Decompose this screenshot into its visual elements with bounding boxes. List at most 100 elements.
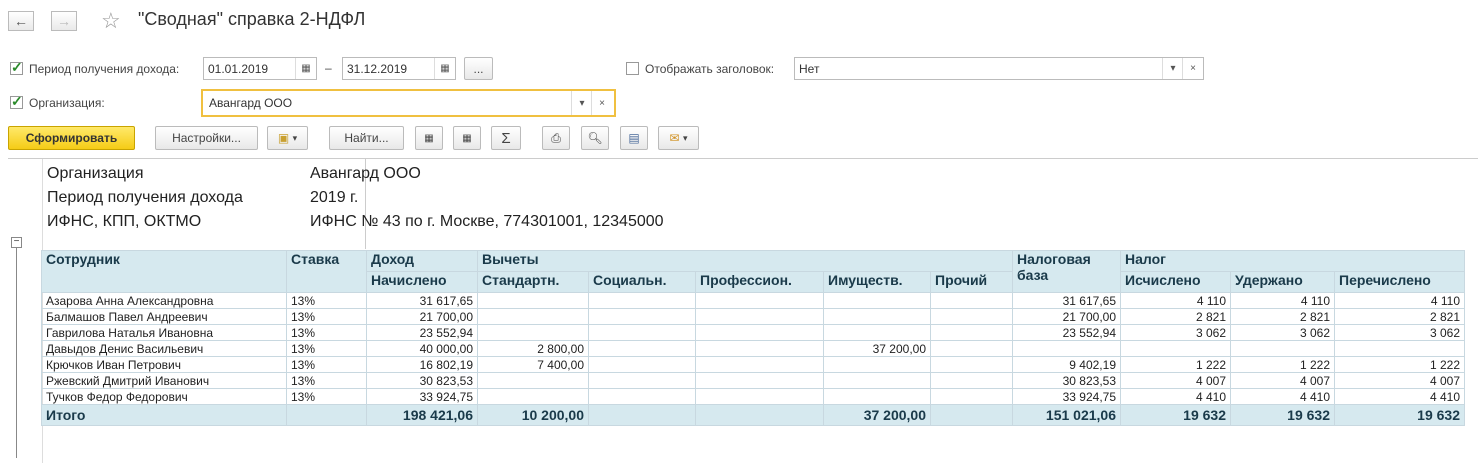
settings-button[interactable]: Настройки... [155, 126, 258, 150]
table-cell[interactable] [823, 324, 931, 341]
table-cell[interactable]: 13% [286, 388, 367, 405]
table-cell[interactable]: 13% [286, 292, 367, 309]
show-header-select[interactable]: Нет ▾ × [794, 57, 1204, 80]
table-cell[interactable]: 16 802,19 [366, 356, 478, 373]
table-cell[interactable] [823, 372, 931, 389]
table-cell[interactable] [930, 340, 1013, 357]
table-cell[interactable]: 23 552,94 [366, 324, 478, 341]
table-cell[interactable] [588, 292, 696, 309]
chevron-down-icon[interactable]: ▾ [571, 91, 592, 115]
save-button[interactable]: ▤ [620, 126, 648, 150]
period-checkbox[interactable] [10, 59, 23, 76]
table-cell[interactable] [1012, 340, 1121, 357]
table-cell[interactable] [1120, 340, 1231, 357]
date-to-field[interactable]: 31.12.2019 ▦ [342, 57, 456, 80]
table-cell[interactable] [588, 324, 696, 341]
table-cell[interactable] [695, 324, 824, 341]
table-cell[interactable]: 33 924,75 [366, 388, 478, 405]
table-cell[interactable]: 2 821 [1120, 308, 1231, 325]
table-cell[interactable]: 4 410 [1120, 388, 1231, 405]
date-from-field[interactable]: 01.01.2019 ▦ [203, 57, 317, 80]
chevron-down-icon[interactable]: ▾ [1162, 58, 1183, 79]
table-cell[interactable]: 1 222 [1230, 356, 1335, 373]
table-cell[interactable]: 1 222 [1334, 356, 1465, 373]
forward-button[interactable]: → [51, 11, 77, 31]
favorite-star-icon[interactable]: ☆ [101, 8, 121, 34]
table-cell[interactable] [695, 292, 824, 309]
table-cell[interactable] [1334, 340, 1465, 357]
table-cell[interactable] [695, 356, 824, 373]
generate-button[interactable]: Сформировать [8, 126, 135, 150]
table-cell[interactable]: Балмашов Павел Андреевич [41, 308, 287, 325]
table-cell[interactable] [695, 340, 824, 357]
preview-button[interactable]: 🔍︎ [581, 126, 609, 150]
table-cell[interactable]: 4 110 [1120, 292, 1231, 309]
variants-button[interactable]: ▣ ▾ [267, 126, 308, 150]
collapse-groups-button[interactable]: ▦ [453, 126, 481, 150]
table-cell[interactable]: 9 402,19 [1012, 356, 1121, 373]
table-cell[interactable] [588, 340, 696, 357]
table-cell[interactable]: 3 062 [1230, 324, 1335, 341]
table-cell[interactable]: Давыдов Денис Васильевич [41, 340, 287, 357]
period-select-button[interactable]: ... [464, 57, 493, 80]
calendar-icon[interactable]: ▦ [434, 58, 455, 79]
table-cell[interactable] [695, 308, 824, 325]
table-cell[interactable]: 30 823,53 [366, 372, 478, 389]
print-button[interactable]: ⎙ [542, 126, 570, 150]
calendar-icon[interactable]: ▦ [295, 58, 316, 79]
organization-checkbox[interactable] [10, 93, 23, 110]
table-cell[interactable] [477, 388, 589, 405]
table-cell[interactable]: 4 007 [1334, 372, 1465, 389]
table-cell[interactable] [588, 388, 696, 405]
table-cell[interactable]: 23 552,94 [1012, 324, 1121, 341]
collapse-group-icon[interactable]: − [11, 237, 22, 248]
table-cell[interactable] [930, 388, 1013, 405]
table-cell[interactable] [588, 308, 696, 325]
table-cell[interactable] [588, 372, 696, 389]
table-cell[interactable] [930, 372, 1013, 389]
expand-groups-button[interactable]: ▦ [415, 126, 443, 150]
table-cell[interactable]: 21 700,00 [1012, 308, 1121, 325]
table-cell[interactable] [823, 292, 931, 309]
table-cell[interactable]: 4 007 [1230, 372, 1335, 389]
table-cell[interactable]: 3 062 [1120, 324, 1231, 341]
table-cell[interactable]: Ржевский Дмитрий Иванович [41, 372, 287, 389]
table-cell[interactable] [1230, 340, 1335, 357]
table-cell[interactable] [477, 372, 589, 389]
table-cell[interactable]: 31 617,65 [366, 292, 478, 309]
show-header-checkbox[interactable] [626, 62, 639, 75]
table-cell[interactable]: 2 800,00 [477, 340, 589, 357]
table-cell[interactable]: 1 222 [1120, 356, 1231, 373]
table-cell[interactable]: Гаврилова Наталья Ивановна [41, 324, 287, 341]
table-cell[interactable]: 4 007 [1120, 372, 1231, 389]
table-cell[interactable]: 7 400,00 [477, 356, 589, 373]
table-cell[interactable] [823, 308, 931, 325]
table-cell[interactable]: 13% [286, 340, 367, 357]
table-cell[interactable]: 13% [286, 356, 367, 373]
table-cell[interactable]: 31 617,65 [1012, 292, 1121, 309]
send-email-button[interactable]: ✉ ▾ [658, 126, 699, 150]
table-cell[interactable] [930, 292, 1013, 309]
table-cell[interactable] [477, 324, 589, 341]
table-cell[interactable] [930, 324, 1013, 341]
table-cell[interactable] [930, 308, 1013, 325]
table-cell[interactable]: 30 823,53 [1012, 372, 1121, 389]
clear-icon[interactable]: × [591, 91, 612, 115]
back-button[interactable]: ← [8, 11, 34, 31]
table-cell[interactable]: 2 821 [1230, 308, 1335, 325]
table-cell[interactable]: 33 924,75 [1012, 388, 1121, 405]
table-cell[interactable]: 4 410 [1230, 388, 1335, 405]
table-cell[interactable]: 21 700,00 [366, 308, 478, 325]
table-cell[interactable]: 13% [286, 308, 367, 325]
table-cell[interactable]: 4 110 [1334, 292, 1465, 309]
table-cell[interactable]: 3 062 [1334, 324, 1465, 341]
organization-select[interactable]: Авангард ООО ▾ × [201, 89, 616, 117]
table-cell[interactable]: 37 200,00 [823, 340, 931, 357]
find-button[interactable]: Найти... [329, 126, 404, 150]
table-cell[interactable] [695, 372, 824, 389]
table-cell[interactable]: Крючков Иван Петрович [41, 356, 287, 373]
table-cell[interactable]: Тучков Федор Федорович [41, 388, 287, 405]
table-cell[interactable]: 40 000,00 [366, 340, 478, 357]
table-cell[interactable] [588, 356, 696, 373]
table-cell[interactable]: 4 410 [1334, 388, 1465, 405]
